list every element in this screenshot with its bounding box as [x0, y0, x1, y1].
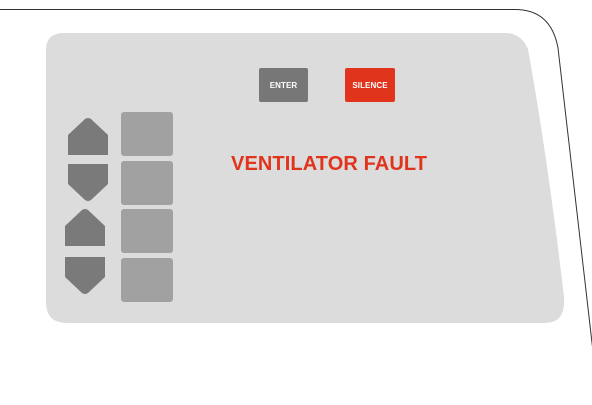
arrow-down-icon[interactable] [66, 163, 110, 201]
soft-key-1[interactable] [121, 112, 173, 156]
arrow-up-icon[interactable] [66, 118, 110, 156]
control-panel [46, 33, 565, 323]
soft-key-4[interactable] [121, 258, 173, 302]
silence-button[interactable]: SILENCE [345, 68, 395, 102]
status-message: VENTILATOR FAULT [231, 153, 428, 175]
arrow-down-icon[interactable] [64, 256, 106, 294]
soft-key-3[interactable] [121, 209, 173, 253]
enter-button[interactable]: ENTER [259, 68, 308, 102]
soft-key-2[interactable] [121, 161, 173, 205]
arrow-up-icon[interactable] [64, 209, 106, 247]
